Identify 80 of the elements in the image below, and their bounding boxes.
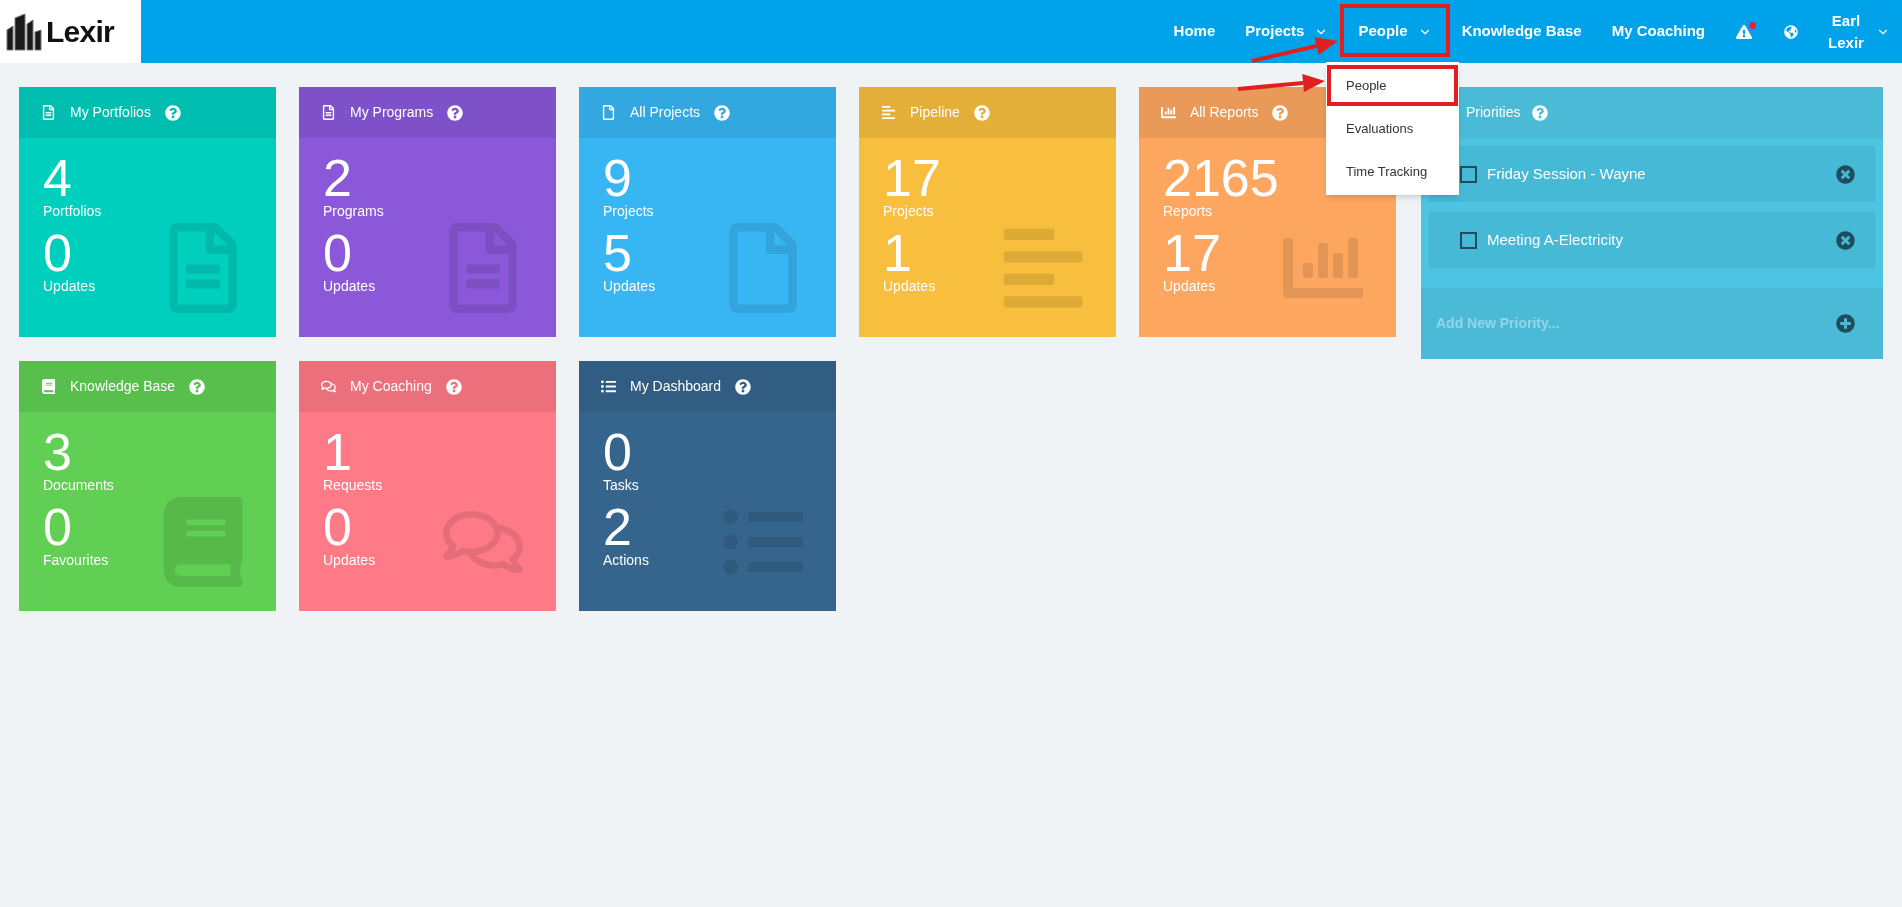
dashboard-tile[interactable]: Pipeline 17 Projects 1 Updates bbox=[859, 87, 1116, 337]
updates-label: Updates bbox=[43, 277, 97, 295]
menu-item[interactable]: People bbox=[1326, 64, 1459, 107]
count-value: 1 bbox=[323, 429, 352, 475]
tile-title: All Projects bbox=[630, 103, 701, 122]
dashboard-tile[interactable]: My Dashboard 0 Tasks 2 Actions bbox=[579, 361, 836, 611]
updates-label: Updates bbox=[603, 277, 657, 295]
dashboard-tile[interactable]: Knowledge Base 3 Documents 0 Favourites bbox=[19, 361, 276, 611]
bar-chart-icon bbox=[1161, 105, 1176, 120]
count-label: Programs bbox=[323, 202, 385, 220]
add-icon[interactable] bbox=[1836, 314, 1855, 333]
tile-title: My Programs bbox=[350, 103, 434, 122]
updates-label: Updates bbox=[1163, 277, 1217, 295]
nav-item[interactable]: My Coaching bbox=[1596, 6, 1720, 57]
count-value: 0 bbox=[603, 429, 632, 475]
updates-label: Updates bbox=[323, 277, 377, 295]
tile-title: Pipeline bbox=[910, 103, 960, 122]
tile-title: My Coaching bbox=[350, 377, 432, 396]
updates-value: 17 bbox=[1163, 230, 1222, 276]
count-value: 9 bbox=[603, 155, 632, 201]
updates-value: 0 bbox=[323, 230, 352, 276]
remove-icon[interactable] bbox=[1836, 230, 1855, 250]
count-label: Projects bbox=[603, 202, 655, 220]
document-icon bbox=[321, 105, 336, 120]
count-value: 3 bbox=[43, 429, 72, 475]
logo-text: Lexir bbox=[46, 16, 114, 47]
updates-label: Updates bbox=[323, 551, 377, 569]
file-icon bbox=[601, 105, 616, 120]
count-label: Documents bbox=[43, 476, 115, 494]
nav-item[interactable]: Projects bbox=[1230, 6, 1344, 57]
count-value: 2 bbox=[323, 155, 352, 201]
priority-label: Meeting A-Electricity bbox=[1487, 229, 1624, 250]
checkbox[interactable] bbox=[1460, 231, 1477, 249]
logo[interactable]: Lexir bbox=[0, 0, 141, 63]
priority-item[interactable]: Friday Session - Wayne bbox=[1429, 146, 1875, 202]
tile-title: All Reports bbox=[1190, 103, 1259, 122]
updates-label: Updates bbox=[883, 277, 937, 295]
book-icon bbox=[41, 379, 56, 394]
count-label: Requests bbox=[323, 476, 384, 494]
updates-label: Actions bbox=[603, 551, 650, 569]
help-icon[interactable] bbox=[445, 378, 462, 395]
chat-bubbles-icon bbox=[321, 379, 336, 394]
priority-label: Friday Session - Wayne bbox=[1487, 163, 1647, 184]
help-icon[interactable] bbox=[447, 104, 464, 121]
dashboard-tile[interactable]: My Portfolios 4 Portfolios 0 Updates bbox=[19, 87, 276, 337]
updates-label: Favourites bbox=[43, 551, 110, 569]
updates-value: 0 bbox=[43, 230, 72, 276]
count-value: 17 bbox=[883, 155, 942, 201]
updates-value: 2 bbox=[603, 504, 632, 550]
buildings-icon bbox=[5, 11, 45, 52]
count-label: Portfolios bbox=[43, 202, 103, 220]
tile-title: My Portfolios bbox=[70, 103, 151, 122]
dashboard-tile[interactable]: All Projects 9 Projects 5 Updates bbox=[579, 87, 836, 337]
count-label: Reports bbox=[1163, 202, 1214, 220]
list-icon bbox=[601, 379, 616, 394]
nav-item[interactable]: Knowledge Base bbox=[1446, 6, 1597, 57]
help-icon[interactable] bbox=[735, 378, 752, 395]
count-label: Projects bbox=[883, 202, 935, 220]
count-value: 2165 bbox=[1163, 155, 1280, 201]
panel-title: Priorities bbox=[1466, 103, 1521, 122]
dashboard-tile[interactable]: My Coaching 1 Requests 0 Updates bbox=[299, 361, 556, 611]
tile-title: Knowledge Base bbox=[70, 377, 176, 396]
updates-value: 5 bbox=[603, 230, 632, 276]
nav-item[interactable]: Home bbox=[1158, 6, 1231, 57]
updates-value: 0 bbox=[323, 504, 352, 550]
user-menu[interactable]: Earl Lexir bbox=[1814, 9, 1890, 54]
nav-item[interactable]: People bbox=[1343, 6, 1447, 57]
priority-item[interactable]: Meeting A-Electricity bbox=[1429, 212, 1875, 268]
remove-icon[interactable] bbox=[1836, 164, 1855, 184]
count-value: 4 bbox=[43, 155, 72, 201]
document-icon bbox=[41, 105, 56, 120]
warning-icon bbox=[1736, 23, 1752, 40]
updates-value: 0 bbox=[43, 504, 72, 550]
new-priority-field[interactable]: Add New Priority... bbox=[1436, 313, 1836, 334]
dashboard-tile[interactable]: My Programs 2 Programs 0 Updates bbox=[299, 87, 556, 337]
tile-title: My Dashboard bbox=[630, 377, 722, 396]
globe-icon bbox=[1784, 24, 1798, 39]
align-left-icon bbox=[881, 105, 896, 120]
updates-value: 1 bbox=[883, 230, 912, 276]
count-label: Tasks bbox=[603, 476, 640, 494]
